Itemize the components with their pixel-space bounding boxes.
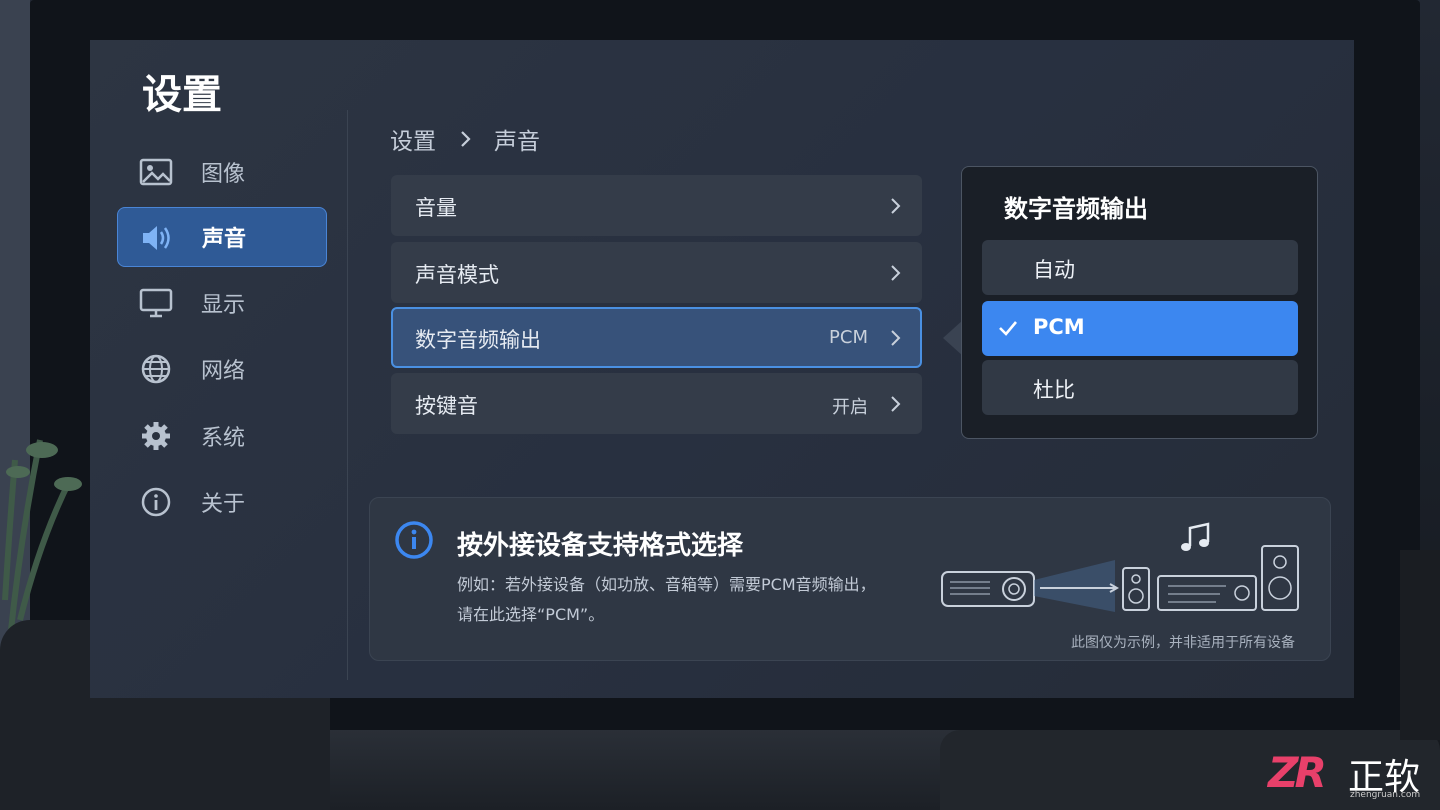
- info-description: 例如：若外接设备（如功放、音箱等）需要PCM音频输出， 请在此选择“PCM”。: [457, 570, 937, 630]
- gear-icon: [142, 422, 170, 450]
- chevron-right-icon: [891, 198, 901, 214]
- breadcrumb: 设置 声音: [390, 123, 540, 155]
- option-label: 自动: [1033, 258, 1075, 282]
- sidebar-item-label: 显示: [201, 293, 246, 318]
- image-icon: [139, 158, 173, 186]
- tv-screen: 设置 图像 声音 显示 网络 系统 关于 设置 声音 音量 声音模式 数字音频输…: [90, 40, 1354, 698]
- watermark-url: zhengruan.com: [1350, 790, 1421, 800]
- sidebar-item-label: 声音: [202, 227, 247, 252]
- menu-item-label: 音量: [415, 196, 457, 220]
- device-connection-illustration: [941, 522, 1299, 612]
- watermark-zr: ZR: [1268, 748, 1327, 797]
- sidebar-item-sound[interactable]: 声音: [117, 207, 327, 267]
- breadcrumb-current: 声音: [494, 129, 540, 155]
- sidebar-item-display[interactable]: 显示: [117, 273, 327, 333]
- chevron-right-icon: [891, 265, 901, 281]
- menu-item-label: 按键音: [415, 394, 478, 418]
- sidebar-item-label: 系统: [201, 426, 246, 451]
- music-note-icon: [1181, 522, 1210, 551]
- divider: [347, 110, 348, 680]
- checkmark-icon: [999, 321, 1017, 336]
- option-pcm[interactable]: PCM: [982, 301, 1298, 356]
- info-icon: [395, 521, 433, 559]
- plant-decoration: [2, 439, 82, 640]
- menu-item-value: PCM: [829, 327, 868, 348]
- menu-item-sound-mode[interactable]: 声音模式: [391, 242, 922, 303]
- option-label: PCM: [1033, 315, 1085, 339]
- menu-item-digital-audio-output[interactable]: 数字音频输出 PCM: [391, 307, 922, 368]
- popup-pointer: [943, 320, 963, 356]
- option-label: 杜比: [1033, 378, 1075, 402]
- sidebar-item-network[interactable]: 网络: [117, 339, 327, 399]
- sidebar-item-label: 网络: [201, 359, 246, 384]
- page-title: 设置: [142, 72, 222, 118]
- chevron-right-icon: [461, 131, 471, 147]
- monitor-icon: [139, 288, 173, 318]
- menu-item-label: 数字音频输出: [415, 328, 541, 352]
- watermark-logo: ZR 正软 zhengruan.com: [1268, 748, 1438, 804]
- coffee-table: [320, 730, 960, 810]
- sidebar-item-system[interactable]: 系统: [117, 406, 327, 466]
- info-line: 例如：若外接设备（如功放、音箱等）需要PCM音频输出，: [457, 575, 876, 594]
- chevron-right-icon: [891, 330, 901, 346]
- menu-item-label: 声音模式: [415, 263, 499, 287]
- breadcrumb-root[interactable]: 设置: [390, 122, 436, 156]
- info-title: 按外接设备支持格式选择: [457, 531, 744, 561]
- sidebar-item-image[interactable]: 图像: [117, 142, 327, 202]
- menu-item-volume[interactable]: 音量: [391, 175, 922, 236]
- info-icon: [141, 487, 171, 517]
- sidebar-item-about[interactable]: 关于: [117, 472, 327, 532]
- sidebar-item-label: 图像: [201, 162, 246, 187]
- sidebar-item-label: 关于: [201, 492, 246, 517]
- digital-audio-output-popup: 数字音频输出 自动 PCM 杜比: [961, 166, 1318, 439]
- menu-item-key-tone[interactable]: 按键音 开启: [391, 373, 922, 434]
- globe-icon: [141, 354, 171, 384]
- info-panel: 按外接设备支持格式选择 例如：若外接设备（如功放、音箱等）需要PCM音频输出， …: [369, 497, 1331, 661]
- illustration-caption: 此图仅为示例，并非适用于所有设备: [1071, 635, 1295, 651]
- option-auto[interactable]: 自动: [982, 240, 1298, 295]
- speaker-icon: [143, 226, 170, 250]
- popup-title: 数字音频输出: [1004, 195, 1148, 223]
- info-line: 请在此选择“PCM”。: [457, 605, 605, 624]
- menu-item-value: 开启: [832, 397, 868, 418]
- option-dolby[interactable]: 杜比: [982, 360, 1298, 415]
- floor-speaker: [1400, 550, 1440, 740]
- chevron-right-icon: [891, 396, 901, 412]
